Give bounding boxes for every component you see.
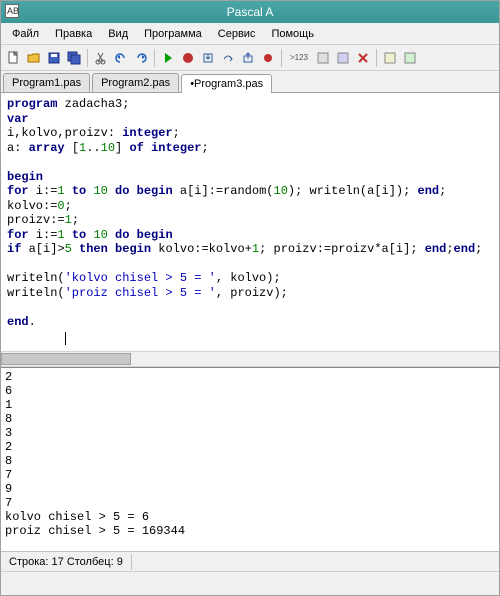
status-position: Строка: 17 Столбец: 9 (1, 554, 132, 570)
scrollbar-thumb[interactable] (1, 353, 131, 365)
text-cursor (65, 332, 66, 345)
separator (87, 49, 88, 67)
save-button[interactable] (45, 49, 63, 67)
titlebar: AB Pascal A (1, 1, 499, 23)
help-button[interactable] (401, 49, 419, 67)
statusbar: Строка: 17 Столбец: 9 (1, 551, 499, 571)
separator (281, 49, 282, 67)
step-into-button[interactable] (199, 49, 217, 67)
save-all-button[interactable] (65, 49, 83, 67)
compile-button[interactable] (314, 49, 332, 67)
window-title: Pascal A (227, 5, 274, 19)
close-button[interactable] (354, 49, 372, 67)
menu-edit[interactable]: Правка (48, 25, 99, 43)
app-icon: AB (5, 4, 19, 18)
stop-button[interactable] (179, 49, 197, 67)
open-file-button[interactable] (25, 49, 43, 67)
menu-service[interactable]: Сервис (211, 25, 263, 43)
separator (376, 49, 377, 67)
menu-help[interactable]: Помощь (264, 25, 321, 43)
tab-bar: Program1.pas Program2.pas •Program3.pas (1, 71, 499, 93)
separator (154, 49, 155, 67)
run-button[interactable] (159, 49, 177, 67)
tab-program3[interactable]: •Program3.pas (181, 74, 272, 93)
cut-button[interactable] (92, 49, 110, 67)
build-button[interactable] (334, 49, 352, 67)
horizontal-scrollbar[interactable] (1, 351, 499, 367)
redo-button[interactable] (132, 49, 150, 67)
toolbar: >123 (1, 45, 499, 71)
output-panel[interactable]: 2 6 1 8 3 2 8 7 9 7 kolvo chisel > 5 = 6… (1, 367, 499, 551)
menu-view[interactable]: Вид (101, 25, 135, 43)
menu-file[interactable]: Файл (5, 25, 46, 43)
new-file-button[interactable] (5, 49, 23, 67)
bottom-gap (1, 571, 499, 595)
breakpoint-button[interactable] (259, 49, 277, 67)
code-editor[interactable]: program zadacha3; var i,kolvo,proizv: in… (1, 93, 499, 351)
step-out-button[interactable] (239, 49, 257, 67)
menubar: Файл Правка Вид Программа Сервис Помощь (1, 23, 499, 45)
tab-program2[interactable]: Program2.pas (92, 73, 179, 92)
tab-program1[interactable]: Program1.pas (3, 73, 90, 92)
watch-button[interactable]: >123 (286, 49, 312, 67)
options-button[interactable] (381, 49, 399, 67)
menu-program[interactable]: Программа (137, 25, 209, 43)
undo-button[interactable] (112, 49, 130, 67)
step-over-button[interactable] (219, 49, 237, 67)
